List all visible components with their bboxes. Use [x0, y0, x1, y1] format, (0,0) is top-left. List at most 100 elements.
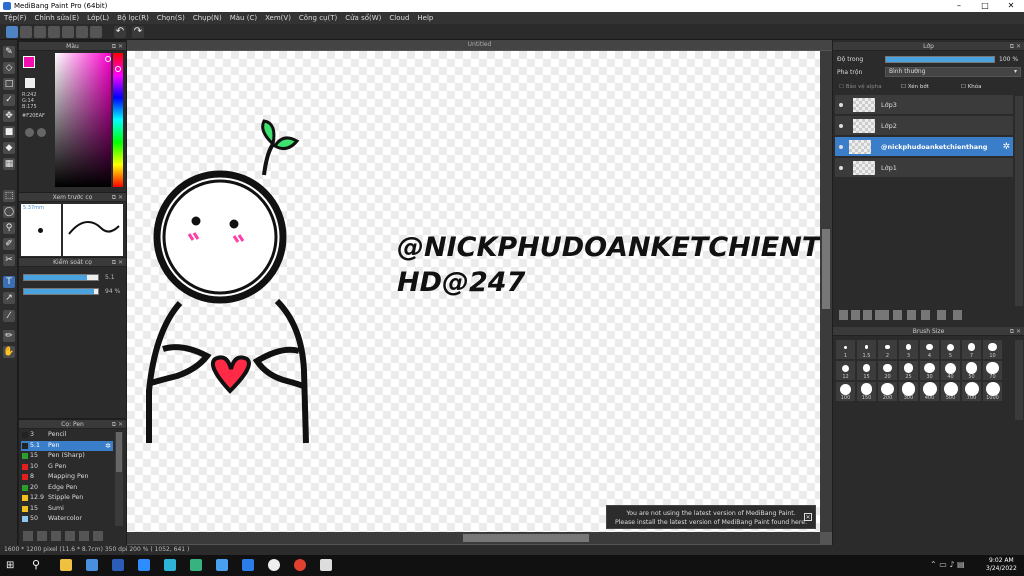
- primary-color-swatch[interactable]: [23, 56, 35, 68]
- brush-list-scrollbar[interactable]: [115, 432, 123, 526]
- sv-picker-handle[interactable]: [105, 56, 111, 62]
- brush-size-cell[interactable]: 200: [878, 382, 897, 401]
- gradient-tool-icon[interactable]: ▦: [3, 158, 15, 170]
- settings-icon[interactable]: [90, 26, 102, 38]
- delete-layer-icon[interactable]: [953, 310, 962, 320]
- layer-row[interactable]: @nickphudoanketchienthang ✲: [835, 137, 1013, 157]
- copy-brush-icon[interactable]: [51, 531, 61, 541]
- medibang-taskbar-icon[interactable]: [320, 559, 332, 571]
- maximize-button[interactable]: □: [972, 0, 998, 12]
- brush-settings-icon[interactable]: [23, 531, 33, 541]
- new-layer-icon[interactable]: [839, 310, 848, 320]
- menu-tools[interactable]: Công cụ(T): [295, 12, 341, 24]
- layer-folder-icon[interactable]: [893, 310, 902, 320]
- app-icon-blue[interactable]: [216, 559, 228, 571]
- selection-tool-icon[interactable]: ⬚: [3, 190, 15, 202]
- layer-row[interactable]: Lớp2: [835, 116, 1013, 136]
- brush-size-cell[interactable]: 300: [899, 382, 918, 401]
- brush-size-cell[interactable]: 400: [920, 382, 939, 401]
- obs-icon[interactable]: [268, 559, 280, 571]
- menu-color[interactable]: Màu (C): [226, 12, 261, 24]
- brush-size-cell[interactable]: 10: [983, 340, 1002, 359]
- brush-list-item[interactable]: 8 Mapping Pen: [21, 472, 113, 483]
- brush-size-cell[interactable]: 4: [920, 340, 939, 359]
- import-brush-icon[interactable]: [65, 531, 75, 541]
- saturation-value-picker[interactable]: [55, 53, 111, 187]
- menu-view[interactable]: Xem(V): [261, 12, 295, 24]
- brush-list-item[interactable]: 20 Edge Pen: [21, 483, 113, 494]
- brush-size-cell[interactable]: 25: [899, 361, 918, 380]
- zoom-icon[interactable]: [138, 559, 150, 571]
- eyedropper-tool-icon[interactable]: ⁄: [3, 310, 15, 322]
- text-tool-icon[interactable]: T: [3, 276, 15, 288]
- redo-icon[interactable]: ↷: [132, 26, 144, 38]
- clipping-option[interactable]: ☐ Xén bớt: [901, 84, 929, 90]
- brush-tool-icon[interactable]: ✎: [3, 46, 15, 58]
- chrome-icon[interactable]: [294, 559, 306, 571]
- store-icon[interactable]: [86, 559, 98, 571]
- lasso-tool-icon[interactable]: ◯: [3, 206, 15, 218]
- notice-close-icon[interactable]: ✕: [804, 513, 812, 521]
- document-tab[interactable]: Untitled: [127, 40, 832, 50]
- export-icon[interactable]: [62, 26, 74, 38]
- brush-list-item[interactable]: 10 G Pen: [21, 462, 113, 473]
- panel-close-icon[interactable]: ⧉ ✕: [112, 258, 123, 267]
- brush-size-cell[interactable]: 1.5: [857, 340, 876, 359]
- menu-filter[interactable]: Bộ lọc(R): [113, 12, 153, 24]
- minimize-button[interactable]: –: [946, 0, 972, 12]
- panel-close-icon[interactable]: ⧉ ✕: [1010, 327, 1021, 336]
- eraser-tool-icon[interactable]: ◇: [3, 62, 15, 74]
- taskbar-clock[interactable]: 9:02 AM 3/24/2022: [986, 557, 1017, 573]
- panel-close-icon[interactable]: ⧉ ✕: [1010, 42, 1021, 51]
- brush-size-cell[interactable]: 70: [983, 361, 1002, 380]
- update-notice[interactable]: You are not using the latest version of …: [606, 505, 816, 529]
- transparent-color-swatch[interactable]: [25, 78, 35, 88]
- cloud-icon[interactable]: [6, 26, 18, 38]
- menu-snap[interactable]: Chụp(N): [189, 12, 226, 24]
- visibility-eye-icon[interactable]: [839, 145, 843, 149]
- hue-slider-handle[interactable]: [115, 66, 121, 72]
- panel-close-icon[interactable]: ⧉ ✕: [112, 420, 123, 429]
- brush-size-cell[interactable]: 500: [941, 382, 960, 401]
- bucket-tool-icon[interactable]: ◆: [3, 142, 15, 154]
- brush-folder-icon[interactable]: [79, 531, 89, 541]
- brush-size-cell[interactable]: 1: [836, 340, 855, 359]
- layer-settings-icon[interactable]: [937, 310, 946, 320]
- new-8bit-layer-icon[interactable]: [863, 310, 872, 320]
- menu-layer[interactable]: Lớp(L): [83, 12, 113, 24]
- menu-edit[interactable]: Chỉnh sửa(E): [31, 12, 84, 24]
- system-tray-icons[interactable]: ⌃ ▭ ♪ ▤: [930, 560, 965, 569]
- brush-size-cell[interactable]: 30: [920, 361, 939, 380]
- windows-start-icon[interactable]: ⊞: [6, 560, 14, 571]
- move-tool-icon[interactable]: ✥: [3, 110, 15, 122]
- fill-rect-tool-icon[interactable]: ■: [3, 126, 15, 138]
- magic-wand-tool-icon[interactable]: ⚲: [3, 222, 15, 234]
- select-eraser-tool-icon[interactable]: ✂: [3, 254, 15, 266]
- layer-list-scrollbar[interactable]: [1015, 96, 1023, 306]
- drawing-canvas[interactable]: @NICKPHUDOANKETCHIENTH HD@247: [127, 51, 820, 532]
- undo-icon[interactable]: ↶: [114, 26, 126, 38]
- select-pen-tool-icon[interactable]: ✐: [3, 238, 15, 250]
- brush-size-cell[interactable]: 7: [962, 340, 981, 359]
- brush-size-cell[interactable]: 2: [878, 340, 897, 359]
- menu-help[interactable]: Help: [413, 12, 437, 24]
- merge-layer-icon[interactable]: [921, 310, 930, 320]
- brush-opacity-slider[interactable]: [23, 288, 99, 295]
- palette-icon[interactable]: [25, 128, 34, 137]
- layer-row[interactable]: Lớp1: [835, 158, 1013, 178]
- close-button[interactable]: ✕: [998, 0, 1024, 12]
- share-icon[interactable]: [76, 26, 88, 38]
- hand-tool-icon[interactable]: ✋: [3, 346, 15, 358]
- save-icon[interactable]: [48, 26, 60, 38]
- dot-tool-icon[interactable]: □: [3, 78, 15, 90]
- menu-file[interactable]: Tệp(F): [0, 12, 31, 24]
- brush-list-item[interactable]: 12.9 Stipple Pen: [21, 493, 113, 504]
- layer-opacity-slider[interactable]: [885, 56, 995, 63]
- gear-icon[interactable]: ✲: [105, 441, 111, 452]
- visibility-eye-icon[interactable]: [839, 166, 843, 170]
- protect-alpha-option[interactable]: ☐ Bảo vệ alpha: [839, 84, 882, 90]
- color-wheel-icon[interactable]: [37, 128, 46, 137]
- new-halftone-layer-icon[interactable]: [851, 310, 860, 320]
- brush-list-item[interactable]: 5.1 Pen ✲: [21, 440, 113, 452]
- panel-close-icon[interactable]: ⧉ ✕: [112, 42, 123, 51]
